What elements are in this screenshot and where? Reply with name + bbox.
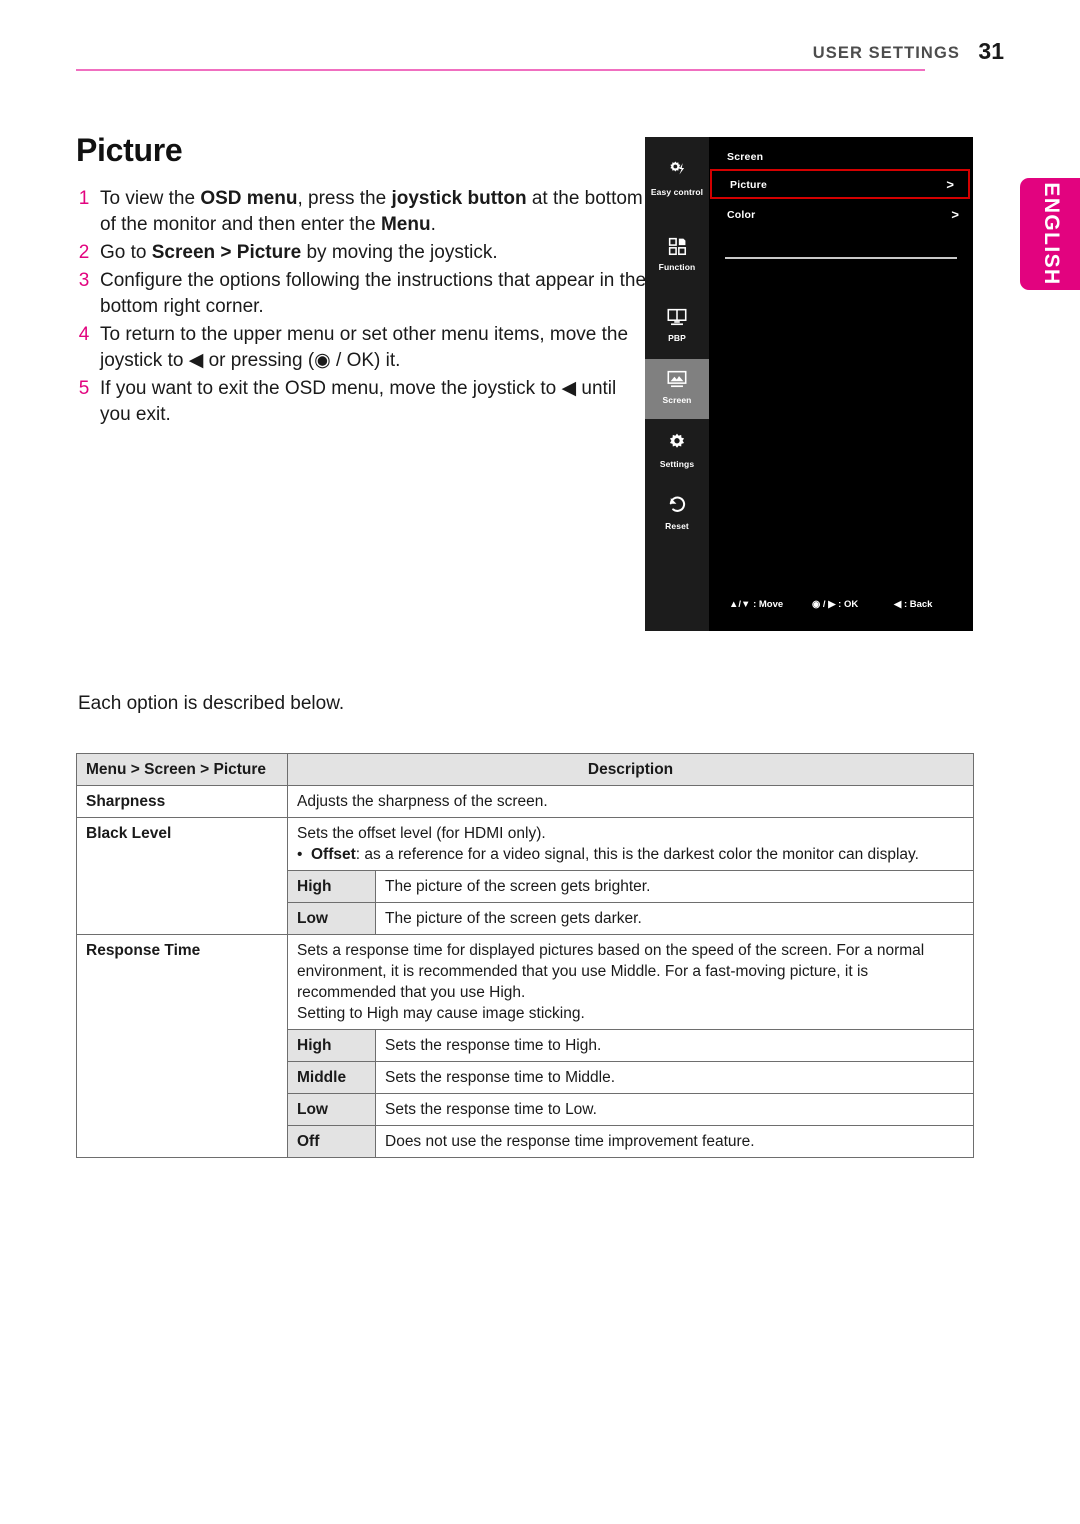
step-text: Go to Screen > Picture by moving the joy… (100, 242, 498, 263)
step-text: Configure the options following the inst… (100, 270, 647, 317)
table-cell-suboption: Low (287, 902, 376, 935)
easy-control-icon (645, 156, 709, 186)
section-title: USER SETTINGS (812, 44, 960, 62)
step-text: If you want to exit the OSD menu, move t… (100, 378, 617, 425)
table-header-row: Menu > Screen > Picture Description (76, 753, 975, 786)
options-table: Menu > Screen > Picture Description Shar… (76, 753, 975, 1158)
table-cell-suboption-description: Sets the response time to High. (374, 1029, 975, 1062)
osd-sidebar-item-label: Screen (662, 395, 692, 405)
osd-legend-back: ◀ : Back (894, 599, 933, 610)
pbp-icon (645, 302, 709, 332)
description-extra-line: Setting to High may cause image sticking… (297, 1005, 585, 1022)
osd-sidebar-item-label: Reset (665, 521, 689, 531)
table-cell-suboption: High (287, 870, 376, 903)
osd-legend-ok: ◉ / ▶ : OK (812, 599, 859, 610)
instruction-step: 4 To return to the upper menu or set othe… (68, 322, 648, 374)
step-text: To return to the upper menu or set other… (100, 324, 629, 371)
page-number: 31 (978, 38, 1004, 64)
chevron-right-icon: > (946, 177, 954, 192)
description-text: Sets the offset level (for HDMI only). (297, 825, 546, 842)
osd-menu-item-color[interactable]: Color > (709, 201, 973, 231)
table-row: Sharpness Adjusts the sharpness of the sc… (76, 785, 975, 818)
osd-sidebar-item-label: Settings (659, 459, 695, 469)
description-text: Adjusts the sharpness of the screen. (297, 793, 548, 810)
table-cell-suboption-description: The picture of the screen gets darker. (374, 902, 975, 935)
screen-icon (645, 364, 709, 394)
instruction-step: 2 Go to Screen > Picture by moving the jo… (68, 240, 648, 266)
table-cell-suboption-description: Does not use the response time improveme… (374, 1125, 975, 1158)
table-cell-suboption: Low (287, 1093, 376, 1126)
settings-gear-icon (645, 428, 709, 458)
table-header-option: Menu > Screen > Picture (76, 753, 288, 786)
manual-page: USER SETTINGS 31 ENGLISH Picture 1 To vie… (0, 0, 1080, 1524)
osd-sidebar-item-reset[interactable]: Reset (645, 485, 709, 545)
page-header: USER SETTINGS 31 (0, 0, 1080, 90)
reset-icon (645, 490, 709, 520)
bullet-dot-icon: • (297, 846, 303, 863)
header-divider-rule (76, 69, 925, 71)
osd-legend-move: ▲/▼ : Move (729, 599, 784, 610)
step-number: 4 (78, 324, 90, 345)
table-row: Response Time Sets a response time for di… (76, 934, 975, 1158)
instruction-step: 1 To view the OSD menu, press the joystic… (68, 186, 648, 238)
table-cell-description: Sets a response time for displayed pictu… (286, 934, 975, 1030)
table-row: Black Level Sets the offset level (for HD… (76, 817, 975, 935)
step-text: To view the OSD menu, press the joystick… (100, 188, 643, 235)
bullet-text: Offset: as a reference for a video signa… (311, 846, 919, 863)
osd-sidebar-item-label: Easy control (650, 187, 704, 197)
table-cell-suboption: Middle (287, 1061, 376, 1094)
chevron-right-icon: > (951, 207, 959, 222)
instruction-step: 3 Configure the options following the ins… (68, 268, 648, 320)
description-text: Sets a response time for displayed pictu… (297, 942, 925, 1001)
table-cell-suboption-description: The picture of the screen gets brighter. (374, 870, 975, 903)
table-header-description: Description (286, 753, 975, 786)
description-bullet: • Offset: as a reference for a video sign… (297, 844, 964, 865)
table-cell-description: Adjusts the sharpness of the screen. (286, 785, 975, 818)
table-cell-suboption-description: Sets the response time to Middle. (374, 1061, 975, 1094)
osd-sidebar-item-easy-control[interactable]: Easy control (645, 151, 709, 211)
osd-sidebar-item-label: Function (658, 262, 696, 272)
osd-sidebar-item-function[interactable]: Function (645, 226, 709, 286)
described-below-note: Each option is described below. (78, 693, 345, 714)
table-cell-option-name: Response Time (76, 934, 288, 1158)
osd-menu-item-picture-label: Picture (730, 179, 767, 191)
osd-menu-title: Screen (727, 151, 764, 163)
instruction-steps: 1 To view the OSD menu, press the joystic… (68, 186, 648, 430)
osd-sidebar-item-settings[interactable]: Settings (645, 423, 709, 483)
table-cell-description: Sets the offset level (for HDMI only). • O… (286, 817, 975, 871)
instruction-step: 5 If you want to exit the OSD menu, move … (68, 376, 648, 428)
osd-sidebar-item-screen[interactable]: Screen (645, 359, 709, 419)
osd-sidebar: Easy control Function PBP Screen Settings Res… (645, 137, 709, 631)
language-tab-label: ENGLISH (1040, 182, 1063, 286)
function-icon (645, 231, 709, 261)
language-tab: ENGLISH (1020, 178, 1080, 290)
table-cell-suboption-description: Sets the response time to Low. (374, 1093, 975, 1126)
step-number: 1 (78, 188, 90, 209)
osd-footer-legend: ▲/▼ : Move ◉ / ▶ : OK ◀ : Back (709, 599, 973, 615)
table-cell-option-name: Black Level (76, 817, 288, 935)
osd-menu-separator (725, 257, 957, 259)
page-title: Picture (76, 132, 183, 168)
osd-menu-item-picture[interactable]: Picture > (710, 169, 970, 199)
step-number: 5 (78, 378, 90, 399)
osd-menu-panel: Screen Picture > Color > ▲/▼ : Move ◉ / … (709, 137, 973, 631)
step-number: 2 (78, 242, 90, 263)
step-number: 3 (78, 270, 90, 291)
osd-menu-item-color-label: Color (727, 209, 756, 221)
table-cell-option-name: Sharpness (76, 785, 288, 818)
table-cell-suboption: High (287, 1029, 376, 1062)
osd-sidebar-item-label: PBP (668, 333, 686, 343)
osd-sidebar-item-pbp[interactable]: PBP (645, 297, 709, 357)
table-cell-suboption: Off (287, 1125, 376, 1158)
osd-menu-screenshot: Easy control Function PBP Screen Settings Res… (645, 137, 973, 631)
